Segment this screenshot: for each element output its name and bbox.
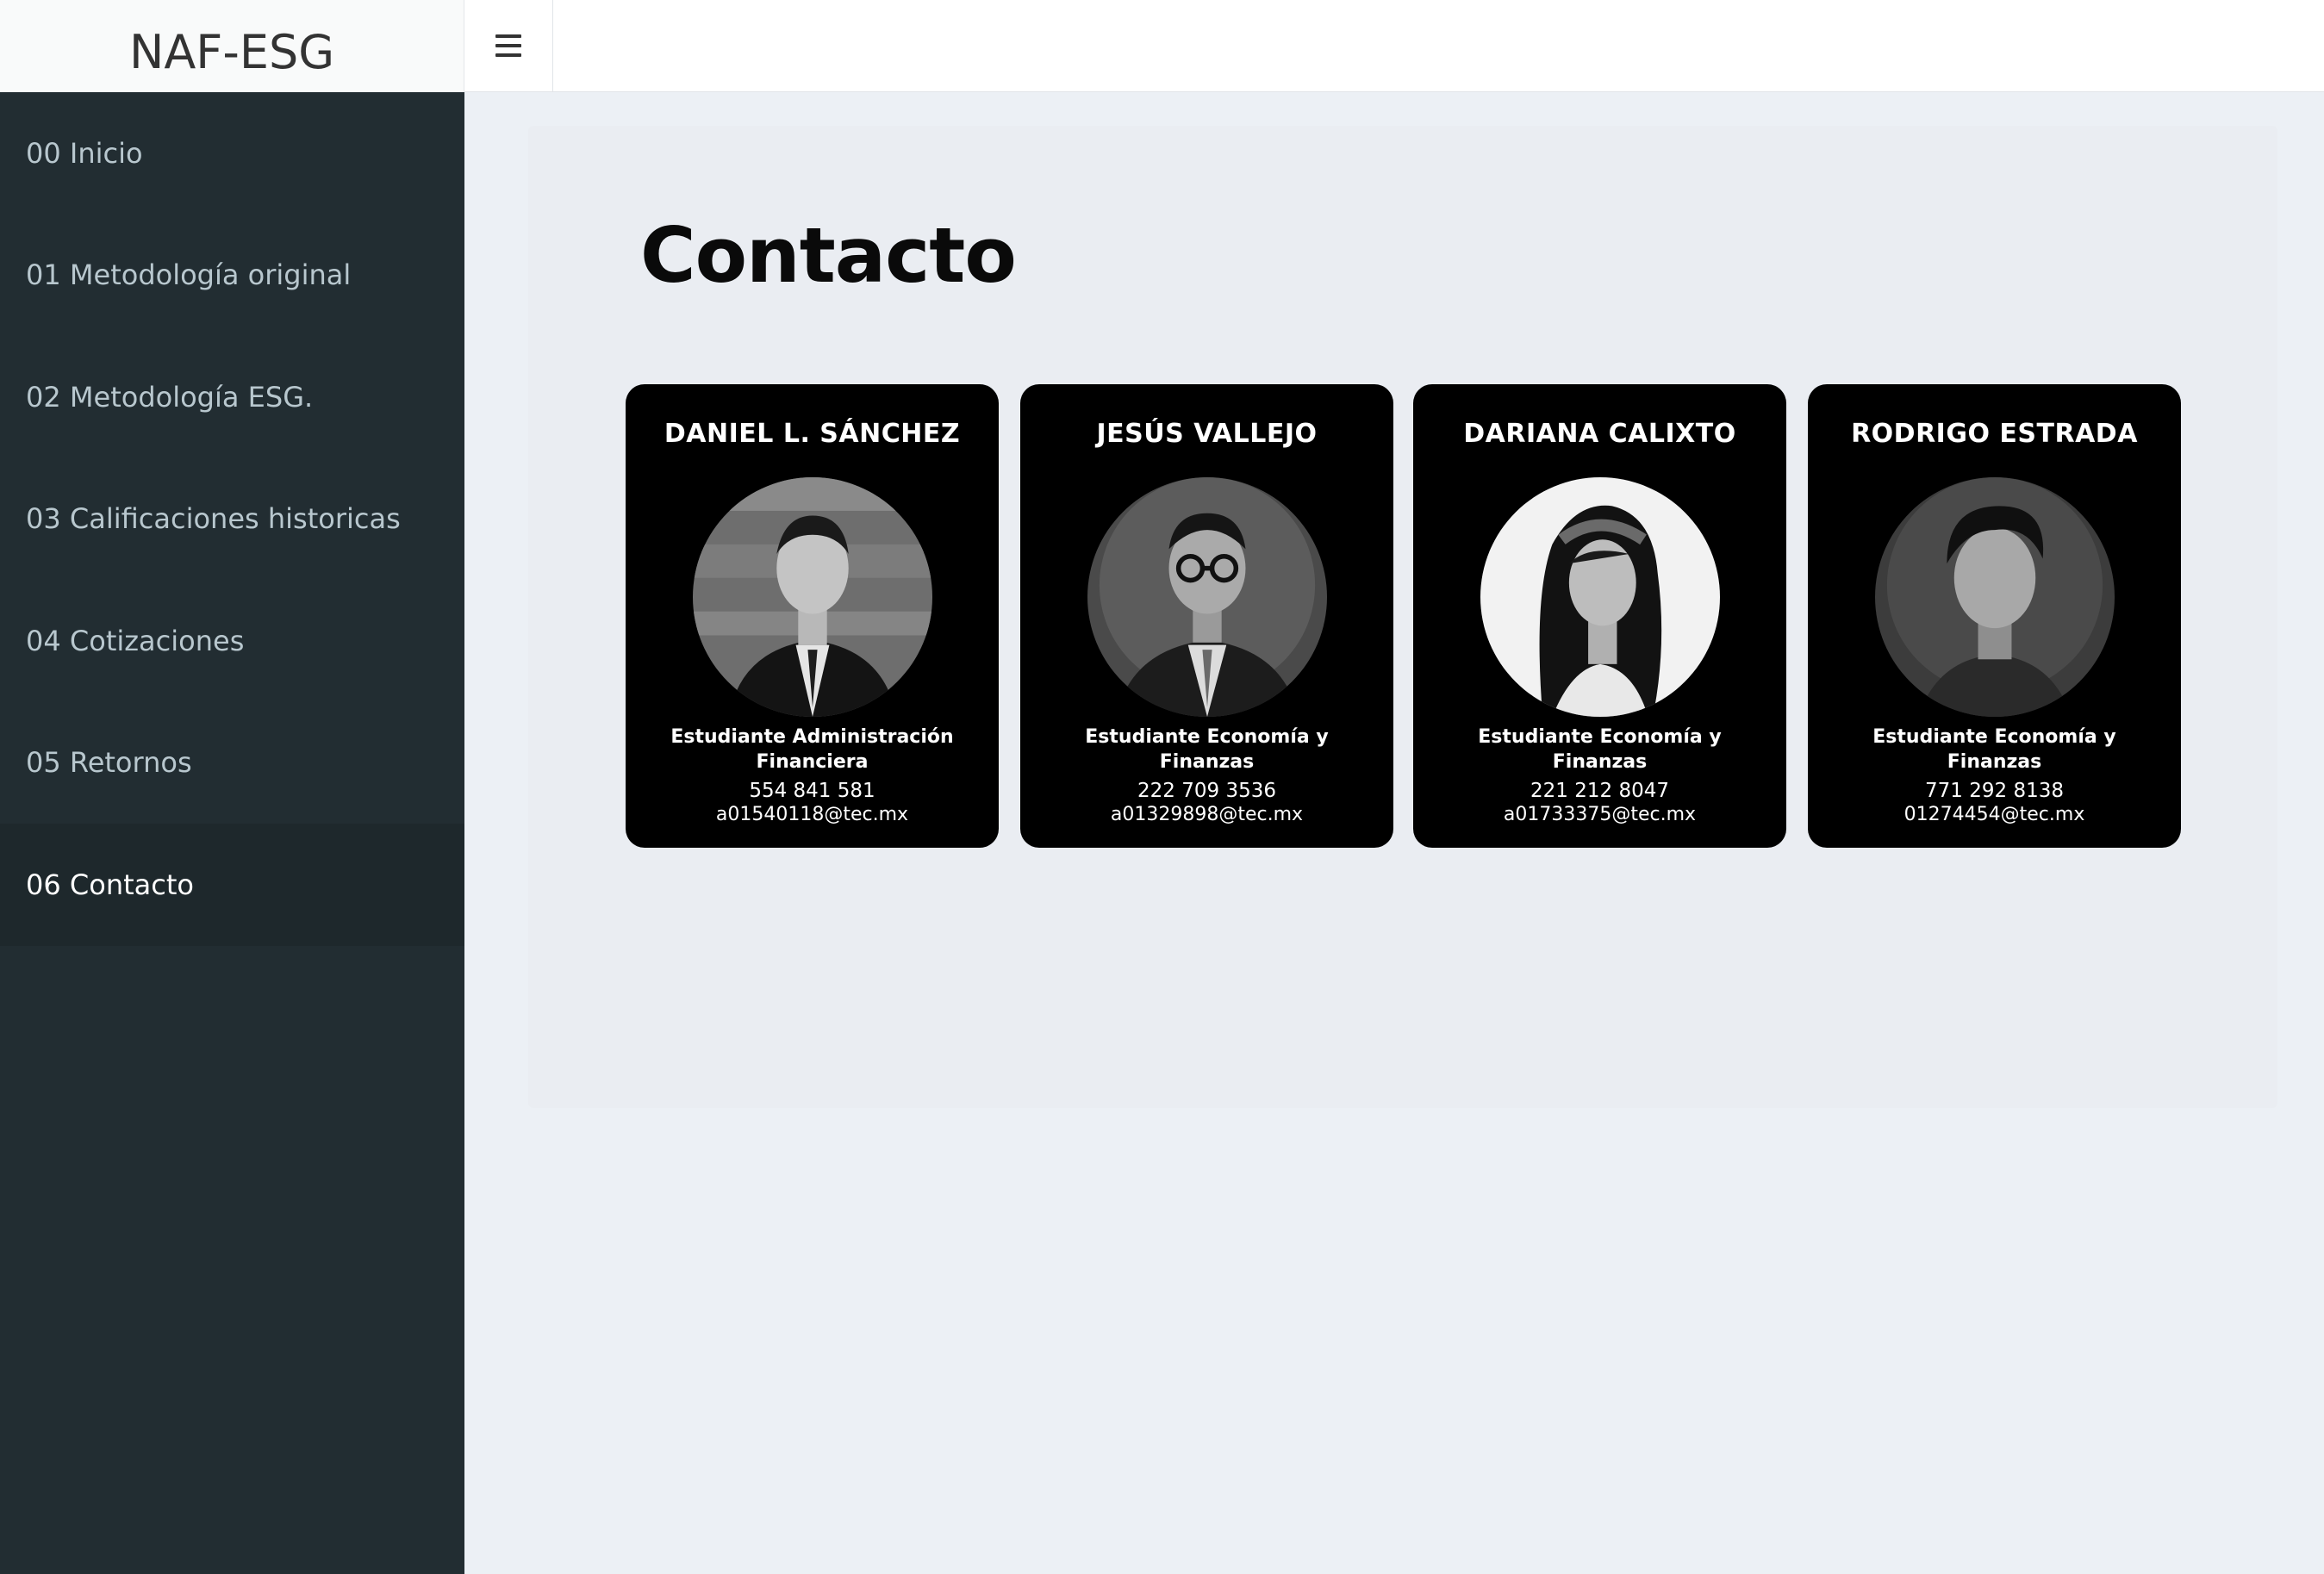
contact-email[interactable]: a01733375@tec.mx: [1413, 803, 1786, 827]
sidebar-item-label: 02 Metodología ESG.: [26, 380, 314, 414]
sidebar-item-label: 00 Inicio: [26, 136, 143, 170]
sidebar-item-label: 05 Retornos: [26, 746, 192, 780]
sidebar-toggle-button[interactable]: [464, 0, 553, 91]
brand-logo[interactable]: NAF-ESG: [0, 0, 464, 92]
sidebar-item-label: 03 Calificaciones historicas: [26, 502, 401, 536]
contact-role: Estudiante Administración Financiera: [670, 726, 954, 773]
sidebar-item-label: 04 Cotizaciones: [26, 624, 245, 657]
contact-phone: 222 709 3536: [1137, 780, 1276, 802]
contact-card: JESÚS VALLEJO Estudiante Economía y Fina…: [1020, 384, 1393, 848]
hamburger-menu-icon: [495, 34, 521, 57]
contact-email[interactable]: a01329898@tec.mx: [1020, 803, 1393, 827]
sidebar-item-cotizaciones[interactable]: 04 Cotizaciones: [0, 580, 464, 702]
contact-email[interactable]: a01540118@tec.mx: [626, 803, 999, 827]
sidebar-item-metodologia-esg[interactable]: 02 Metodología ESG.: [0, 336, 464, 458]
contact-phone: 771 292 8138: [1925, 780, 2064, 802]
contact-card: DARIANA CALIXTO Estudiante Economía y Fi…: [1413, 384, 1786, 848]
contact-name: JESÚS VALLEJO: [1096, 419, 1318, 449]
contact-email[interactable]: 01274454@tec.mx: [1808, 803, 2181, 827]
contact-photo: [1480, 477, 1720, 717]
contact-role: Estudiante Economía y Finanzas: [1872, 726, 2116, 773]
sidebar-item-label: 01 Metodología original: [26, 258, 352, 292]
sidebar: 00 Inicio 01 Metodología original 02 Met…: [0, 92, 464, 1574]
top-navbar: [464, 0, 2324, 92]
contact-photo: [1875, 477, 2115, 717]
sidebar-item-inicio[interactable]: 00 Inicio: [0, 92, 464, 215]
contact-name: DANIEL L. SÁNCHEZ: [664, 419, 961, 449]
brand-title: NAF-ESG: [128, 25, 335, 79]
sidebar-item-contacto[interactable]: 06 Contacto: [0, 824, 464, 946]
contact-card: DANIEL L. SÁNCHEZ Estudiante Administrac…: [626, 384, 999, 848]
sidebar-item-retornos[interactable]: 05 Retornos: [0, 702, 464, 824]
contact-name: RODRIGO ESTRADA: [1851, 419, 2138, 449]
sidebar-item-label: 06 Contacto: [26, 868, 194, 901]
contact-photo: [693, 477, 932, 717]
contact-name: DARIANA CALIXTO: [1463, 419, 1736, 449]
contact-phone: 221 212 8047: [1530, 780, 1669, 802]
page-title: Contacto: [640, 211, 1017, 300]
contact-role: Estudiante Economía y Finanzas: [1478, 726, 1722, 773]
sidebar-item-calificaciones-historicas[interactable]: 03 Calificaciones historicas: [0, 458, 464, 581]
sidebar-item-metodologia-original[interactable]: 01 Metodología original: [0, 215, 464, 337]
contact-phone: 554 841 581: [749, 780, 875, 802]
contact-photo: [1087, 477, 1327, 717]
contact-role: Estudiante Economía y Finanzas: [1085, 726, 1329, 773]
contact-card: RODRIGO ESTRADA Estudiante Economía y Fi…: [1808, 384, 2181, 848]
